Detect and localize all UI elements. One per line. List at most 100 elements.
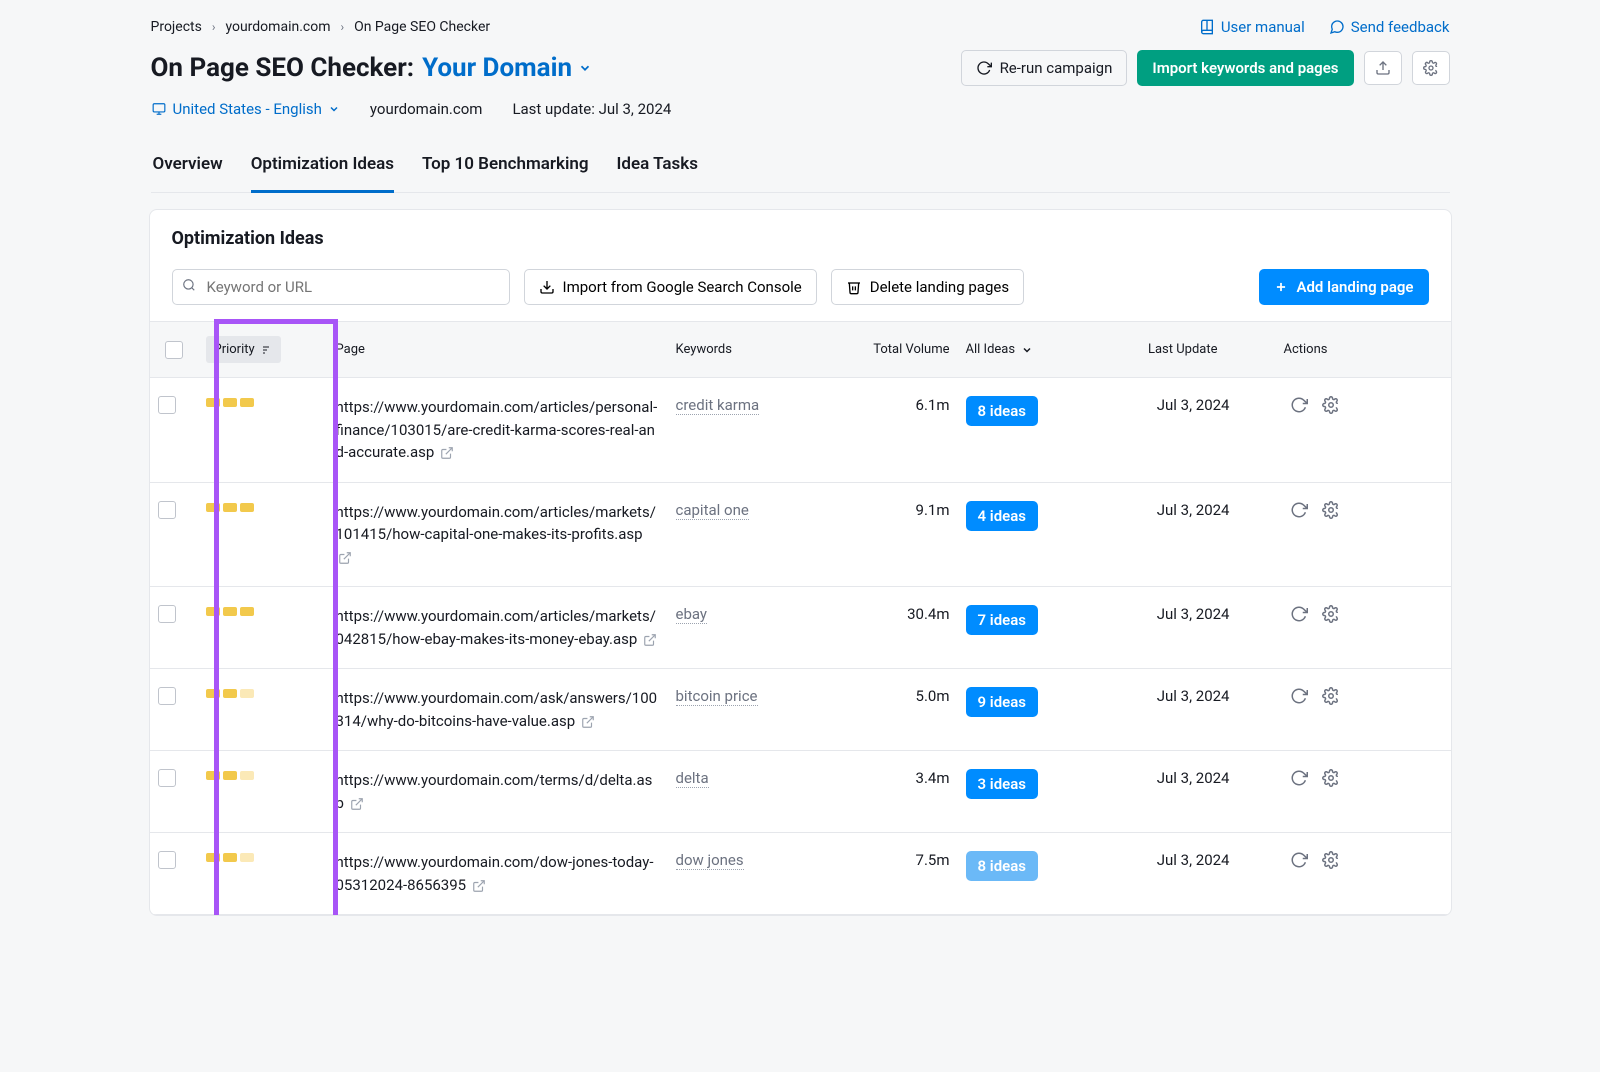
- export-button[interactable]: [1364, 51, 1402, 85]
- ideas-badge[interactable]: 8 ideas: [966, 851, 1038, 881]
- search-input[interactable]: [172, 269, 510, 305]
- table-row: https://www.yourdomain.com/articles/mark…: [150, 483, 1451, 588]
- send-feedback-link[interactable]: Send feedback: [1329, 18, 1450, 36]
- breadcrumb: Projects › yourdomain.com › On Page SEO …: [151, 19, 491, 35]
- row-refresh-button[interactable]: [1290, 396, 1308, 418]
- column-total-volume[interactable]: Total Volume: [838, 338, 958, 361]
- ideas-badge[interactable]: 9 ideas: [966, 687, 1038, 717]
- priority-indicator: [206, 396, 320, 407]
- row-last-update: Jul 3, 2024: [1078, 392, 1238, 418]
- table-row: https://www.yourdomain.com/articles/pers…: [150, 378, 1451, 483]
- keyword-link[interactable]: delta: [676, 769, 709, 788]
- title-domain-dropdown[interactable]: Your Domain: [422, 53, 592, 83]
- upload-icon: [1375, 60, 1391, 76]
- ideas-badge[interactable]: 3 ideas: [966, 769, 1038, 799]
- row-settings-button[interactable]: [1322, 605, 1340, 627]
- external-link-icon: [643, 633, 657, 647]
- breadcrumb-projects[interactable]: Projects: [151, 19, 202, 35]
- total-volume: 9.1m: [838, 497, 958, 523]
- feedback-icon: [1329, 19, 1345, 35]
- row-settings-button[interactable]: [1322, 851, 1340, 873]
- column-page[interactable]: Page: [328, 338, 668, 361]
- table-row: https://www.yourdomain.com/terms/d/delta…: [150, 751, 1451, 833]
- ideas-badge[interactable]: 8 ideas: [966, 396, 1038, 426]
- table-row: https://www.yourdomain.com/articles/mark…: [150, 587, 1451, 669]
- row-refresh-button[interactable]: [1290, 605, 1308, 627]
- page-url[interactable]: https://www.yourdomain.com/dow-jones-tod…: [336, 853, 654, 894]
- chevron-down-icon: [328, 103, 340, 115]
- keyword-link[interactable]: dow jones: [676, 851, 744, 870]
- row-settings-button[interactable]: [1322, 687, 1340, 709]
- chevron-down-icon: [1021, 344, 1033, 356]
- column-last-update[interactable]: Last Update: [1078, 338, 1238, 361]
- breadcrumb-domain[interactable]: yourdomain.com: [225, 19, 330, 35]
- total-volume: 6.1m: [838, 392, 958, 418]
- search-icon: [182, 278, 196, 296]
- meta-domain: yourdomain.com: [370, 100, 483, 118]
- select-all-checkbox[interactable]: [165, 341, 183, 359]
- priority-indicator: [206, 769, 320, 780]
- row-checkbox[interactable]: [158, 851, 176, 869]
- import-keywords-button[interactable]: Import keywords and pages: [1137, 50, 1353, 86]
- rerun-campaign-button[interactable]: Re-run campaign: [961, 50, 1128, 86]
- tab-top10-benchmarking[interactable]: Top 10 Benchmarking: [422, 146, 589, 193]
- breadcrumb-page: On Page SEO Checker: [354, 19, 490, 35]
- keyword-link[interactable]: bitcoin price: [676, 687, 758, 706]
- column-all-ideas-dropdown[interactable]: All Ideas: [966, 342, 1034, 357]
- external-link-icon: [350, 797, 364, 811]
- keyword-link[interactable]: ebay: [676, 605, 708, 624]
- page-url[interactable]: https://www.yourdomain.com/articles/mark…: [336, 503, 656, 566]
- tab-idea-tasks[interactable]: Idea Tasks: [617, 146, 698, 193]
- row-settings-button[interactable]: [1322, 396, 1340, 418]
- total-volume: 30.4m: [838, 601, 958, 627]
- settings-button[interactable]: [1412, 51, 1450, 85]
- tab-overview[interactable]: Overview: [153, 146, 223, 193]
- user-manual-link[interactable]: User manual: [1199, 18, 1305, 36]
- row-checkbox[interactable]: [158, 396, 176, 414]
- row-last-update: Jul 3, 2024: [1078, 601, 1238, 627]
- ideas-badge[interactable]: 7 ideas: [966, 605, 1038, 635]
- meta-last-update: Last update: Jul 3, 2024: [512, 100, 671, 118]
- import-gsc-button[interactable]: Import from Google Search Console: [524, 269, 817, 305]
- row-last-update: Jul 3, 2024: [1078, 847, 1238, 873]
- table-row: https://www.yourdomain.com/ask/answers/1…: [150, 669, 1451, 751]
- column-priority-sort[interactable]: Priority: [206, 336, 281, 363]
- trash-icon: [846, 279, 862, 295]
- locale-dropdown[interactable]: United States - English: [151, 100, 340, 118]
- delete-landing-pages-button[interactable]: Delete landing pages: [831, 269, 1024, 305]
- ideas-badge[interactable]: 4 ideas: [966, 501, 1038, 531]
- row-refresh-button[interactable]: [1290, 851, 1308, 873]
- gear-icon: [1423, 60, 1439, 76]
- row-settings-button[interactable]: [1322, 769, 1340, 791]
- page-url[interactable]: https://www.yourdomain.com/articles/pers…: [336, 398, 658, 461]
- external-link-icon: [472, 879, 486, 893]
- keyword-link[interactable]: credit karma: [676, 396, 760, 415]
- tabs: Overview Optimization Ideas Top 10 Bench…: [151, 146, 1450, 193]
- row-checkbox[interactable]: [158, 687, 176, 705]
- page-url[interactable]: https://www.yourdomain.com/articles/mark…: [336, 607, 658, 648]
- sort-icon: [261, 344, 273, 356]
- tab-optimization-ideas[interactable]: Optimization Ideas: [251, 146, 394, 193]
- row-settings-button[interactable]: [1322, 501, 1340, 523]
- add-landing-page-button[interactable]: Add landing page: [1259, 269, 1428, 305]
- external-link-icon: [338, 551, 352, 565]
- page-url[interactable]: https://www.yourdomain.com/terms/d/delta…: [336, 771, 653, 812]
- chevron-right-icon: ›: [340, 20, 344, 34]
- book-icon: [1199, 19, 1215, 35]
- row-refresh-button[interactable]: [1290, 501, 1308, 523]
- device-icon: [151, 102, 167, 116]
- page-url[interactable]: https://www.yourdomain.com/ask/answers/1…: [336, 689, 658, 730]
- column-actions: Actions: [1238, 338, 1348, 361]
- total-volume: 3.4m: [838, 765, 958, 791]
- keyword-link[interactable]: capital one: [676, 501, 749, 520]
- column-keywords[interactable]: Keywords: [668, 338, 838, 361]
- total-volume: 5.0m: [838, 683, 958, 709]
- row-checkbox[interactable]: [158, 769, 176, 787]
- row-checkbox[interactable]: [158, 501, 176, 519]
- row-refresh-button[interactable]: [1290, 687, 1308, 709]
- row-checkbox[interactable]: [158, 605, 176, 623]
- priority-indicator: [206, 687, 320, 698]
- refresh-icon: [976, 60, 992, 76]
- priority-indicator: [206, 605, 320, 616]
- row-refresh-button[interactable]: [1290, 769, 1308, 791]
